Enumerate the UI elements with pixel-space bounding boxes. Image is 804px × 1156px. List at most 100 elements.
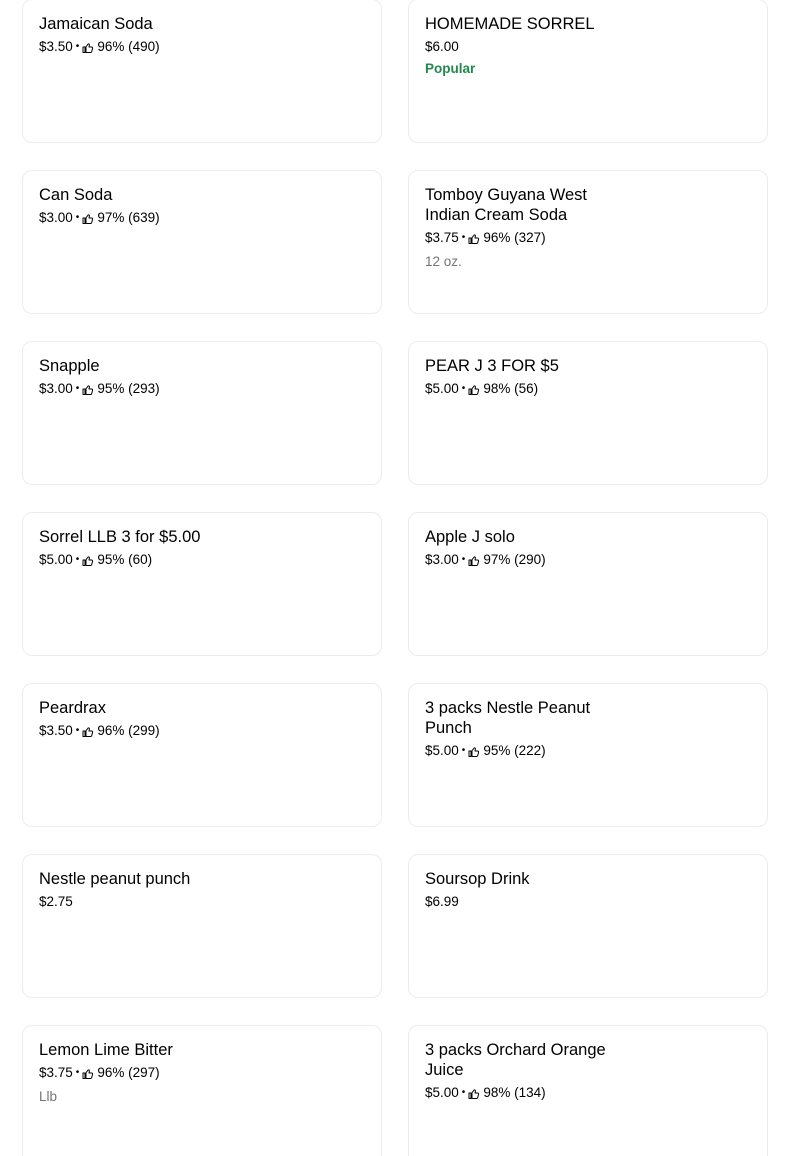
separator-dot: •: [461, 554, 466, 565]
menu-item-grid: Jamaican Soda $3.50 • 96% (490) HOMEMADE SOR…: [0, 0, 804, 1156]
menu-item-meta: $5.00 • 98% (56): [425, 380, 625, 398]
menu-item-rating: 95% (293): [97, 381, 160, 396]
menu-item-card[interactable]: Can Soda $3.00 • 97% (639): [22, 170, 382, 314]
menu-item-price: $3.00: [39, 381, 73, 396]
separator-dot: •: [75, 41, 80, 52]
menu-item-card[interactable]: Sorrel LLB 3 for $5.00 $5.00 • 95% (60): [22, 512, 382, 656]
menu-item-name: 3 packs Orchard Orange Juice: [425, 1041, 606, 1079]
menu-item-rating: 98% (56): [483, 381, 539, 396]
menu-item-meta: $3.75 • 96% (297): [39, 1064, 239, 1082]
menu-item-card[interactable]: Peardrax $3.50 • 96% (299): [22, 683, 382, 827]
menu-item-meta: $5.00 • 95% (60): [39, 551, 239, 569]
separator-dot: •: [75, 725, 80, 736]
separator-dot: •: [461, 745, 466, 756]
menu-item-card[interactable]: Nestle peanut punch $2.75: [22, 854, 382, 998]
menu-item-meta: $3.00 • 97% (290): [425, 551, 625, 569]
menu-item-card[interactable]: Lemon Lime Bitter $3.75 • 96% (297) Llb: [22, 1025, 382, 1156]
separator-dot: •: [75, 1067, 80, 1078]
menu-item-price: $3.50: [39, 723, 73, 738]
menu-item-meta: $6.00: [425, 38, 625, 56]
menu-item-meta: $3.50 • 96% (299): [39, 722, 239, 740]
separator-dot: •: [461, 232, 466, 243]
menu-item-card[interactable]: PEAR J 3 FOR $5 $5.00 • 98% (56): [408, 341, 768, 485]
thumbs-up-icon: [82, 554, 94, 566]
menu-item-price: $3.75: [39, 1065, 73, 1080]
menu-item-card[interactable]: Tomboy Guyana West Indian Cream Soda $3.7…: [408, 170, 768, 314]
menu-item-name: Sorrel LLB 3 for $5.00: [39, 528, 201, 546]
menu-item-card[interactable]: HOMEMADE SORREL $6.00 Popular: [408, 0, 768, 143]
menu-item-description: 12 oz.: [425, 254, 462, 269]
thumbs-up-icon: [468, 1087, 480, 1099]
menu-item-name: Nestle peanut punch: [39, 870, 191, 888]
menu-item-card[interactable]: 3 packs Nestle Peanut Punch $5.00 • 95% (22…: [408, 683, 768, 827]
menu-item-card[interactable]: 3 packs Orchard Orange Juice $5.00 • 98% (1…: [408, 1025, 768, 1156]
thumbs-up-icon: [82, 383, 94, 395]
menu-item-rating: 95% (60): [97, 552, 153, 567]
menu-item-meta: $3.50 • 96% (490): [39, 38, 239, 56]
menu-item-price: $5.00: [39, 552, 73, 567]
menu-item-info: PEAR J 3 FOR $5 $5.00 • 98% (56): [425, 356, 625, 398]
menu-item-name: Snapple: [39, 357, 100, 375]
menu-item-info: 3 packs Nestle Peanut Punch $5.00 • 95% (22…: [425, 698, 625, 760]
thumbs-up-icon: [468, 745, 480, 757]
menu-item-info: Lemon Lime Bitter $3.75 • 96% (297) Llb: [39, 1040, 239, 1106]
menu-item-card[interactable]: Jamaican Soda $3.50 • 96% (490): [22, 0, 382, 143]
menu-item-info: Snapple $3.00 • 95% (293): [39, 356, 239, 398]
menu-item-meta: $3.00 • 97% (639): [39, 209, 239, 227]
menu-item-info: Can Soda $3.00 • 97% (639): [39, 185, 239, 227]
menu-item-rating: 95% (222): [483, 743, 546, 758]
menu-item-info: Apple J solo $3.00 • 97% (290): [425, 527, 625, 569]
menu-item-card[interactable]: Snapple $3.00 • 95% (293): [22, 341, 382, 485]
thumbs-up-icon: [82, 725, 94, 737]
menu-item-price: $3.00: [39, 210, 73, 225]
popular-badge: Popular: [425, 61, 476, 76]
menu-item-rating: 96% (490): [97, 39, 160, 54]
thumbs-up-icon: [82, 1067, 94, 1079]
menu-item-name: HOMEMADE SORREL: [425, 15, 595, 33]
separator-dot: •: [75, 212, 80, 223]
menu-item-price: $5.00: [425, 1085, 459, 1100]
menu-item-info: HOMEMADE SORREL $6.00 Popular: [425, 14, 625, 78]
menu-item-info: Jamaican Soda $3.50 • 96% (490): [39, 14, 239, 56]
menu-item-info: Sorrel LLB 3 for $5.00 $5.00 • 95% (60): [39, 527, 239, 569]
separator-dot: •: [461, 1087, 466, 1098]
menu-item-name: Can Soda: [39, 186, 113, 204]
menu-item-meta: $5.00 • 95% (222): [425, 742, 625, 760]
menu-item-name: Soursop Drink: [425, 870, 530, 888]
menu-item-info: Peardrax $3.50 • 96% (299): [39, 698, 239, 740]
menu-item-price: $2.75: [39, 894, 73, 909]
menu-item-name: 3 packs Nestle Peanut Punch: [425, 699, 591, 737]
menu-item-card[interactable]: Soursop Drink $6.99: [408, 854, 768, 998]
menu-item-name: Lemon Lime Bitter: [39, 1041, 173, 1059]
menu-item-card[interactable]: Apple J solo $3.00 • 97% (290): [408, 512, 768, 656]
menu-item-price: $3.00: [425, 552, 459, 567]
menu-item-price: $6.99: [425, 894, 459, 909]
menu-item-rating: 96% (297): [97, 1065, 160, 1080]
menu-item-meta: $5.00 • 98% (134): [425, 1084, 625, 1102]
menu-item-rating: 97% (290): [483, 552, 546, 567]
menu-item-meta: $6.99: [425, 893, 625, 911]
menu-item-info: Tomboy Guyana West Indian Cream Soda $3.7…: [425, 185, 625, 271]
menu-item-info: Nestle peanut punch $2.75: [39, 869, 239, 911]
menu-item-name: Tomboy Guyana West Indian Cream Soda: [425, 186, 588, 224]
menu-item-rating: 97% (639): [97, 210, 160, 225]
menu-item-price: $5.00: [425, 381, 459, 396]
thumbs-up-icon: [82, 41, 94, 53]
menu-item-meta: $3.00 • 95% (293): [39, 380, 239, 398]
separator-dot: •: [75, 383, 80, 394]
menu-item-rating: 96% (327): [483, 230, 546, 245]
menu-item-name: Apple J solo: [425, 528, 515, 546]
thumbs-up-icon: [468, 232, 480, 244]
thumbs-up-icon: [82, 212, 94, 224]
menu-item-name: Peardrax: [39, 699, 106, 717]
menu-item-price: $3.50: [39, 39, 73, 54]
menu-item-price: $3.75: [425, 230, 459, 245]
menu-item-info: Soursop Drink $6.99: [425, 869, 625, 911]
separator-dot: •: [75, 554, 80, 565]
menu-item-rating: 96% (299): [97, 723, 160, 738]
menu-item-info: 3 packs Orchard Orange Juice $5.00 • 98% (1…: [425, 1040, 625, 1102]
menu-item-meta: $2.75: [39, 893, 239, 911]
separator-dot: •: [461, 383, 466, 394]
thumbs-up-icon: [468, 383, 480, 395]
menu-item-meta: $3.75 • 96% (327): [425, 229, 625, 247]
